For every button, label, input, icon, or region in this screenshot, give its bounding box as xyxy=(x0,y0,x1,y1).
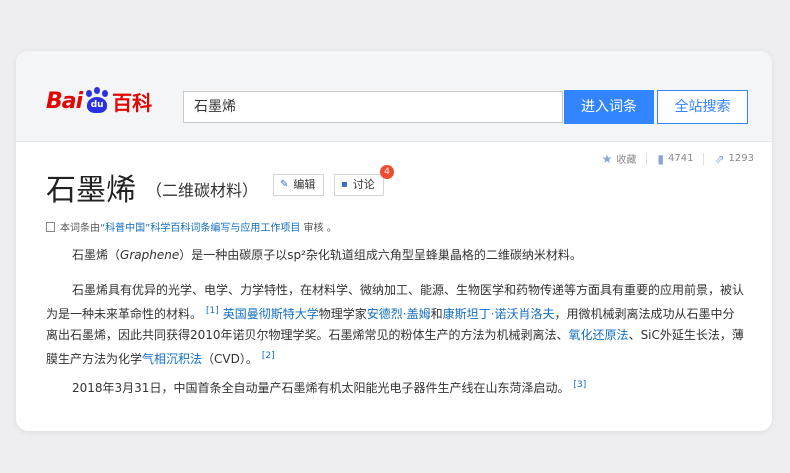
reference-3[interactable]: [3] xyxy=(573,380,586,390)
summary-paragraph-3: 2018年3月31日，中国首条全自动量产石墨烯有机太阳能光电子器件生产线在山东菏… xyxy=(72,380,587,395)
baike-card: Bai du 百科 石墨烯 进入词条 全站搜索 ★ 收藏 ▮ 4741 ⇗ 12… xyxy=(16,51,772,431)
entry-stats: ★ 收藏 ▮ 4741 ⇗ 1293 xyxy=(602,151,754,167)
site-search-button[interactable]: 全站搜索 xyxy=(657,90,748,124)
share-count: 1293 xyxy=(728,153,754,164)
baidu-baike-logo[interactable]: Bai du 百科 xyxy=(46,81,152,121)
summary-paragraph-2: 石墨烯具有优异的光学、电学、力学特性，在材料学、微纳加工、能源、生物医学和药物传… xyxy=(46,283,745,366)
discuss-button[interactable]: ▪ 讨论 xyxy=(334,174,384,196)
collect-label[interactable]: 收藏 xyxy=(616,151,636,166)
page-title: 石墨烯 xyxy=(46,173,136,208)
star-icon[interactable]: ★ xyxy=(602,152,613,166)
document-icon xyxy=(46,221,55,232)
link-geim[interactable]: 安德烈·盖姆 xyxy=(367,307,431,321)
like-count: 4741 xyxy=(668,153,694,164)
link-redox[interactable]: 氧化还原法 xyxy=(569,328,629,342)
thumbs-up-icon[interactable]: ▮ xyxy=(657,152,664,166)
logo-bai: Bai xyxy=(46,88,83,114)
share-icon[interactable]: ⇗ xyxy=(714,152,724,166)
reference-2[interactable]: [2] xyxy=(262,351,275,361)
discuss-count-badge: 4 xyxy=(380,165,394,179)
edit-button[interactable]: ✎ 编辑 xyxy=(273,174,325,196)
search-bar: Bai du 百科 石墨烯 进入词条 全站搜索 xyxy=(16,51,772,142)
edit-label: 编辑 xyxy=(293,178,316,191)
review-notice: 本词条由“科普中国”科学百科词条编写与应用工作项目 审核 。 xyxy=(46,219,337,234)
page-subtitle: （二维碳材料） xyxy=(146,181,259,200)
chat-icon: ▪ xyxy=(341,179,348,190)
discuss-label: 讨论 xyxy=(352,178,375,191)
link-cvd[interactable]: 气相沉积法 xyxy=(142,352,202,366)
search-input[interactable]: 石墨烯 xyxy=(183,91,563,123)
pencil-icon: ✎ xyxy=(280,179,289,190)
summary-paragraph-1: 石墨烯（Graphene）是一种由碳原子以sp²杂化轨道组成六角型呈蜂巢晶格的二… xyxy=(72,248,582,262)
enter-entry-button[interactable]: 进入词条 xyxy=(564,90,654,124)
link-novoselov[interactable]: 康斯坦丁·诺沃肖洛夫 xyxy=(443,307,555,321)
link-manchester[interactable]: 英国曼彻斯特大学 xyxy=(223,307,319,321)
paw-icon: du xyxy=(83,87,111,115)
review-project-link[interactable]: “科普中国”科学百科词条编写与应用工作项目 xyxy=(100,223,300,234)
logo-baike: 百科 xyxy=(112,90,153,115)
reference-1[interactable]: [1] xyxy=(206,306,219,316)
